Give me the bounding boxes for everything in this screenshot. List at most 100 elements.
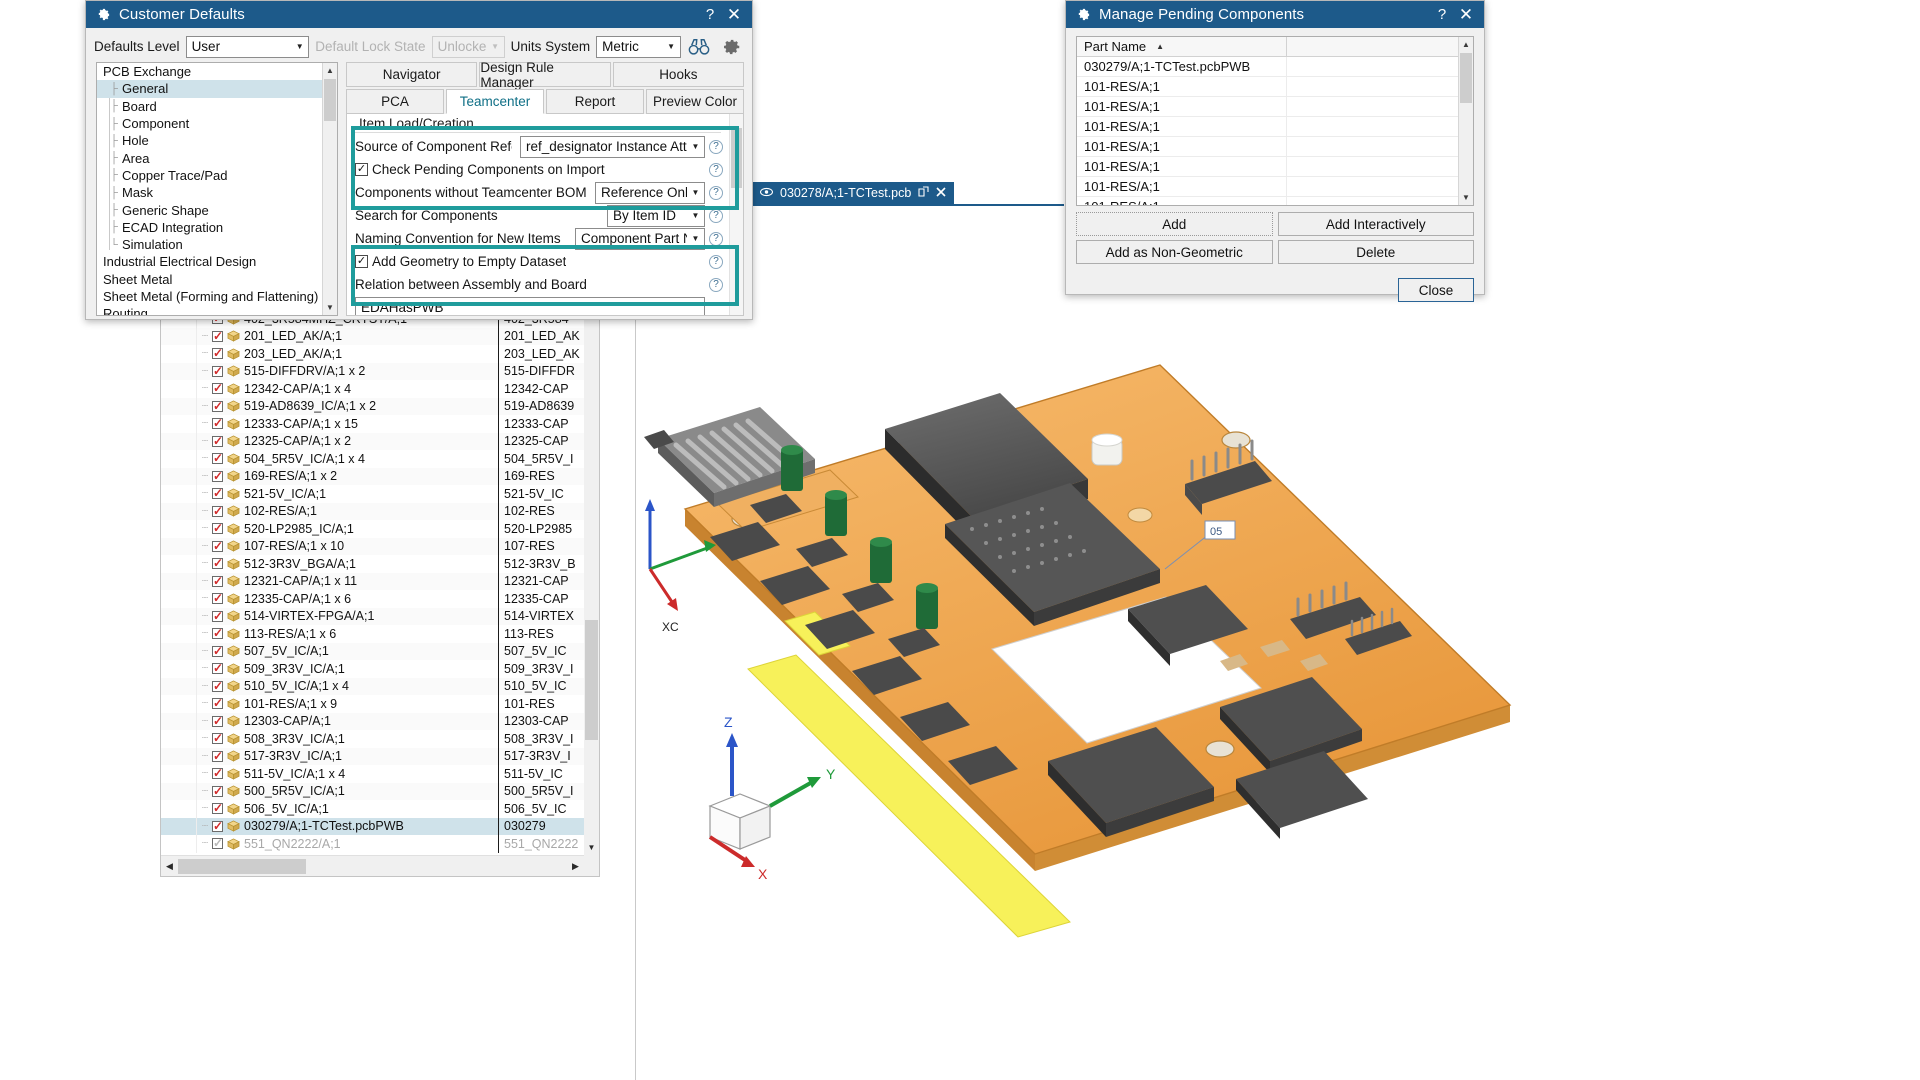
scroll-thumb[interactable] bbox=[1460, 53, 1472, 103]
panel-vertical-scrollbar[interactable] bbox=[729, 114, 743, 315]
component-list-horizontal-scrollbar[interactable]: ◀ ▶ bbox=[161, 855, 584, 876]
scroll-left-icon[interactable]: ◀ bbox=[161, 861, 178, 872]
close-button[interactable]: ✕ bbox=[1454, 3, 1478, 27]
scroll-down-icon[interactable]: ▼ bbox=[584, 840, 599, 855]
tree-item-board[interactable]: ├ Board bbox=[97, 98, 322, 115]
component-list-vertical-scrollbar[interactable]: ▲ ▼ bbox=[584, 310, 599, 876]
tree-item-ecad-integration[interactable]: ├ ECAD Integration bbox=[97, 219, 322, 236]
tab-row-secondary[interactable]: PCA Teamcenter Report Preview Color bbox=[346, 89, 744, 114]
row-checkbox[interactable] bbox=[212, 329, 223, 343]
sort-ascending-icon[interactable]: ▲ bbox=[1156, 42, 1164, 51]
column-header-blank[interactable] bbox=[1287, 37, 1473, 56]
tree-item-generic-shape[interactable]: ├ Generic Shape bbox=[97, 201, 322, 218]
list-item[interactable]: ┈ 507_5V_IC/A;1 507_5V_IC bbox=[161, 642, 584, 660]
detach-icon[interactable] bbox=[918, 186, 929, 200]
list-item[interactable]: ┈ 107-RES/A;1 x 10 107-RES bbox=[161, 537, 584, 555]
row-checkbox[interactable] bbox=[212, 626, 223, 640]
pcb-3d-model[interactable]: XC 05 Z Y X bbox=[600, 309, 1920, 1080]
textbox-edahaspwb[interactable]: EDAHasPWB bbox=[355, 297, 705, 315]
row-checkbox[interactable] bbox=[212, 469, 223, 483]
tree-item-sheet-metal-forming-and-flattening-[interactable]: Sheet Metal (Forming and Flattening) bbox=[97, 288, 322, 305]
list-item[interactable]: ┈ 12333-CAP/A;1 x 15 12333-CAP bbox=[161, 415, 584, 433]
tab-hooks[interactable]: Hooks bbox=[612, 62, 744, 87]
row-checkbox[interactable] bbox=[212, 434, 223, 448]
help-icon-add-geometry-to-empty-dataset[interactable]: ? bbox=[709, 254, 723, 269]
scroll-thumb[interactable] bbox=[324, 79, 336, 121]
manage-pending-titlebar[interactable]: Manage Pending Components ? ✕ bbox=[1066, 1, 1484, 28]
row-checkbox[interactable] bbox=[212, 696, 223, 710]
tree-item-simulation[interactable]: └ Simulation bbox=[97, 236, 322, 253]
list-item[interactable]: ┈ 169-RES/A;1 x 2 169-RES bbox=[161, 467, 584, 485]
combo-search-for-components[interactable]: By Item ID ▼ bbox=[607, 204, 705, 227]
scroll-up-icon[interactable]: ▲ bbox=[1459, 37, 1473, 52]
tree-item-sheet-metal[interactable]: Sheet Metal bbox=[97, 271, 322, 288]
row-checkbox[interactable] bbox=[212, 801, 223, 815]
list-item[interactable]: ┈ 514-VIRTEX-FPGA/A;1 514-VIRTEX bbox=[161, 607, 584, 625]
table-vertical-scrollbar[interactable]: ▲ ▼ bbox=[1458, 37, 1473, 205]
list-item[interactable]: ┈ 520-LP2985_IC/A;1 520-LP2985 bbox=[161, 520, 584, 538]
delete-button[interactable]: Delete bbox=[1277, 240, 1474, 264]
list-item[interactable]: ┈ 12335-CAP/A;1 x 6 12335-CAP bbox=[161, 590, 584, 608]
document-tab[interactable]: 030278/A;1-TCTest.pcb bbox=[752, 182, 955, 204]
row-checkbox[interactable] bbox=[212, 574, 223, 588]
row-checkbox[interactable] bbox=[212, 819, 223, 833]
tab-report[interactable]: Report bbox=[546, 89, 644, 114]
customer-defaults-window[interactable]: Customer Defaults ? ✕ Defaults Level Use… bbox=[85, 0, 753, 320]
row-checkbox[interactable] bbox=[212, 504, 223, 518]
close-icon[interactable] bbox=[936, 186, 946, 200]
list-item[interactable]: ┈ 509_3R3V_IC/A;1 509_3R3V_I bbox=[161, 660, 584, 678]
close-button[interactable]: ✕ bbox=[722, 3, 746, 27]
list-item[interactable]: ┈ 504_5R5V_IC/A;1 x 4 504_5R5V_I bbox=[161, 450, 584, 468]
add-button[interactable]: Add bbox=[1076, 212, 1273, 236]
customer-defaults-titlebar[interactable]: Customer Defaults ? ✕ bbox=[86, 1, 752, 28]
chevron-down-icon[interactable]: ▼ bbox=[687, 206, 704, 226]
help-icon-source-of-component-refe[interactable]: ? bbox=[709, 139, 723, 154]
row-checkbox[interactable] bbox=[212, 731, 223, 745]
help-button[interactable]: ? bbox=[1430, 3, 1454, 27]
tree-root[interactable]: PCB Exchange bbox=[97, 63, 322, 80]
row-checkbox[interactable] bbox=[212, 714, 223, 728]
table-row[interactable]: 101-RES/A;1 bbox=[1077, 97, 1458, 117]
table-row[interactable]: 101-RES/A;1 bbox=[1077, 117, 1458, 137]
row-checkbox[interactable] bbox=[212, 486, 223, 500]
component-list-panel[interactable]: ┈402_3R584MHZ_CRYST/A;1402_3R584┈201_LED… bbox=[160, 309, 600, 877]
tree-item-component[interactable]: ├ Component bbox=[97, 115, 322, 132]
close-dialog-button[interactable]: Close bbox=[1398, 278, 1474, 302]
tree-item-general[interactable]: ├ General bbox=[97, 80, 322, 98]
tab-preview-color[interactable]: Preview Color bbox=[646, 89, 744, 114]
scroll-thumb[interactable] bbox=[585, 620, 598, 740]
row-checkbox[interactable] bbox=[212, 749, 223, 763]
row-checkbox[interactable] bbox=[212, 416, 223, 430]
settings-tree[interactable]: PCB Exchange ├ General ├ Board ├ Component ├ Hol… bbox=[96, 62, 338, 316]
row-checkbox[interactable] bbox=[212, 364, 223, 378]
row-checkbox[interactable] bbox=[212, 766, 223, 780]
list-item[interactable]: ┈ 512-3R3V_BGA/A;1 512-3R3V_B bbox=[161, 555, 584, 573]
list-item[interactable]: ┈ 511-5V_IC/A;1 x 4 511-5V_IC bbox=[161, 765, 584, 783]
help-icon-components-without-teamcenter-bom[interactable]: ? bbox=[709, 185, 723, 200]
list-item[interactable]: ┈ 521-5V_IC/A;1 521-5V_IC bbox=[161, 485, 584, 503]
add-interactively-button[interactable]: Add Interactively bbox=[1277, 212, 1474, 236]
row-checkbox[interactable] bbox=[212, 451, 223, 465]
row-checkbox[interactable] bbox=[212, 381, 223, 395]
scroll-down-icon[interactable]: ▼ bbox=[1459, 190, 1473, 205]
row-checkbox[interactable] bbox=[212, 609, 223, 623]
list-item[interactable]: ┈ 517-3R3V_IC/A;1 517-3R3V_I bbox=[161, 747, 584, 765]
tree-item-routing[interactable]: Routing bbox=[97, 305, 322, 315]
tree-item-industrial-electrical-design[interactable]: Industrial Electrical Design bbox=[97, 253, 322, 270]
list-item[interactable]: ┈ 500_5R5V_IC/A;1 500_5R5V_I bbox=[161, 782, 584, 800]
help-button[interactable]: ? bbox=[698, 3, 722, 27]
table-row[interactable]: 101-RES/A;1 bbox=[1077, 197, 1458, 205]
row-checkbox[interactable] bbox=[212, 556, 223, 570]
tree-item-hole[interactable]: ├ Hole bbox=[97, 132, 322, 149]
tree-item-area[interactable]: ├ Area bbox=[97, 149, 322, 166]
units-system-combo[interactable]: Metric ▼ bbox=[596, 35, 681, 58]
help-icon-relation-between-assembly-and-board[interactable]: ? bbox=[709, 277, 723, 292]
row-checkbox[interactable] bbox=[212, 784, 223, 798]
tab-navigator[interactable]: Navigator bbox=[346, 62, 478, 87]
list-item[interactable]: ┈ 508_3R3V_IC/A;1 508_3R3V_I bbox=[161, 730, 584, 748]
manage-pending-components-window[interactable]: Manage Pending Components ? ✕ Part Name … bbox=[1065, 0, 1485, 302]
row-checkbox[interactable] bbox=[212, 399, 223, 413]
list-item[interactable]: ┈ 12342-CAP/A;1 x 4 12342-CAP bbox=[161, 380, 584, 398]
list-item[interactable]: ┈ 203_LED_AK/A;1 203_LED_AK bbox=[161, 345, 584, 363]
checkbox-check-pending-components-on-import[interactable]: ✓ bbox=[355, 163, 368, 176]
